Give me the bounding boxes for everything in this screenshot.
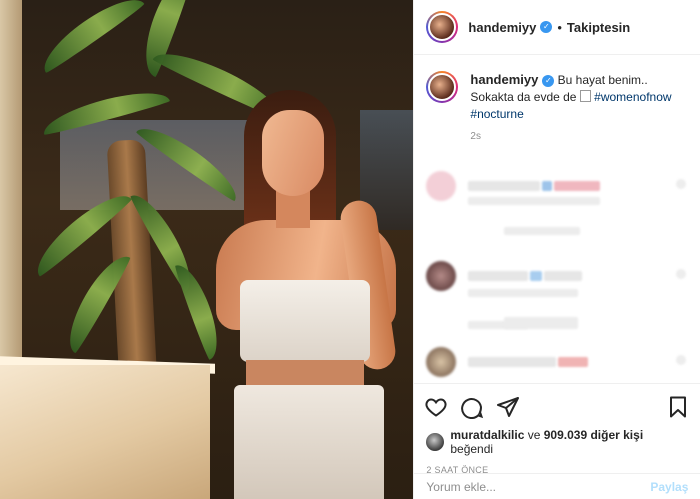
blurred-text (504, 227, 581, 235)
likes-summary: muratdalkilic ve 909.039 diğer kişi beğe… (414, 422, 700, 456)
caption-line2: Sokakta da evde de (470, 90, 577, 104)
author-username[interactable]: handemiyy (468, 20, 536, 35)
first-liker[interactable]: muratdalkilic (450, 428, 524, 442)
white-pants (234, 385, 384, 499)
plant-leaf (34, 0, 146, 75)
blurred-comment (426, 347, 589, 377)
likes-count[interactable]: 909.039 diğer kişi (544, 428, 643, 442)
midriff (246, 360, 364, 388)
blurred-text (468, 181, 541, 191)
face (262, 110, 324, 196)
caption-line1: Bu hayat benim.. (557, 73, 648, 87)
post-photo[interactable] (0, 0, 414, 499)
hashtag-nocturne[interactable]: #nocturne (470, 107, 523, 121)
instagram-post: handemiyy ✓ • Takiptesin handemiyy ✓ Bu h… (0, 0, 700, 499)
like-icon[interactable] (676, 179, 687, 189)
caption-username[interactable]: handemiyy (470, 72, 538, 87)
emoji-placeholder-icon (579, 90, 591, 102)
post-actions: muratdalkilic ve 909.039 diğer kişi beğe… (414, 383, 700, 475)
like-icon[interactable] (676, 355, 687, 365)
blurred-text (530, 271, 543, 281)
blurred-text (468, 289, 579, 297)
blurred-text (468, 357, 557, 367)
foreground-counter (0, 365, 210, 499)
caption-avatar[interactable] (426, 71, 459, 103)
blurred-text (504, 317, 579, 329)
action-icons (414, 384, 700, 422)
heart-icon[interactable] (424, 395, 448, 419)
blurred-text (558, 357, 589, 367)
bookmark-icon[interactable] (666, 395, 690, 419)
avatar (426, 347, 457, 377)
verified-badge-icon: ✓ (542, 74, 555, 87)
header-separator: • (557, 19, 562, 35)
blurred-comment (426, 261, 583, 291)
blurred-text (468, 271, 529, 281)
comments-list[interactable]: handemiyy ✓ Bu hayat benim.. Sokakta da e… (414, 55, 700, 380)
post-caption: handemiyy ✓ Bu hayat benim.. Sokakta da e… (414, 55, 700, 123)
following-button[interactable]: Takiptesin (567, 20, 630, 35)
like-icon[interactable] (676, 269, 687, 279)
share-icon[interactable] (496, 395, 520, 419)
post-header: handemiyy ✓ • Takiptesin (414, 0, 700, 55)
author-avatar[interactable] (426, 11, 459, 43)
liker-avatar[interactable] (426, 433, 445, 451)
comment-icon[interactable] (460, 395, 484, 419)
avatar (426, 171, 457, 201)
likes-joiner: ve (527, 428, 541, 442)
blurred-text (542, 181, 553, 191)
caption-time: 2s (470, 131, 481, 142)
person (200, 90, 413, 499)
post-side-panel: handemiyy ✓ • Takiptesin handemiyy ✓ Bu h… (413, 0, 700, 499)
verified-badge-icon: ✓ (540, 21, 553, 33)
comment-box: Paylaş (414, 473, 700, 499)
blurred-text (544, 271, 583, 281)
hashtag-womenofnow[interactable]: #womenofnow (594, 90, 671, 104)
blurred-text (554, 181, 601, 191)
caption-text: handemiyy ✓ Bu hayat benim.. Sokakta da e… (470, 71, 671, 123)
white-crop-top (240, 280, 370, 362)
post-comment-button[interactable]: Paylaş (650, 480, 688, 494)
comment-input[interactable] (426, 479, 651, 494)
avatar (426, 261, 457, 291)
blurred-text (468, 197, 601, 205)
likes-suffix: beğendi (450, 442, 494, 456)
